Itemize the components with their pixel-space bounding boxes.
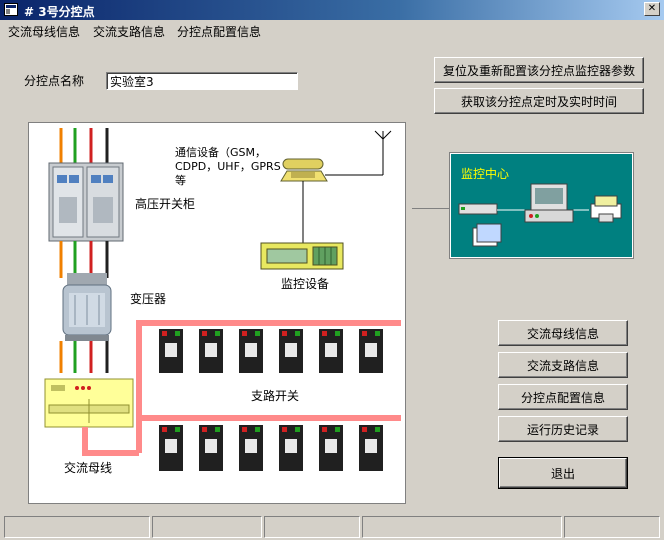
- status-pane-2: [152, 516, 262, 538]
- document-stack-icon: [472, 223, 502, 247]
- hv-cabinet-label: 高压开关柜: [135, 197, 196, 211]
- connector-line: [412, 208, 450, 209]
- telephone-icon: [280, 158, 328, 182]
- point-name-label: 分控点名称: [24, 74, 85, 88]
- point-config-info-button[interactable]: 分控点配置信息: [498, 384, 628, 410]
- transformer-label: 变压器: [130, 292, 167, 306]
- get-time-button[interactable]: 获取该分控点定时及实时时间: [434, 88, 644, 114]
- menu-bar: 交流母线信息 交流支路信息 分控点配置信息: [0, 20, 664, 40]
- history-button[interactable]: 运行历史记录: [498, 416, 628, 442]
- antenna-icon: [325, 130, 392, 176]
- status-bar: [0, 514, 664, 540]
- point-name-input[interactable]: [106, 72, 298, 90]
- close-button[interactable]: ✕: [644, 2, 660, 16]
- status-pane-1: [4, 516, 150, 538]
- status-pane-5: [564, 516, 660, 538]
- status-pane-3: [264, 516, 360, 538]
- branch-switch-label: 支路开关: [251, 389, 300, 403]
- system-diagram: 通信设备（GSM，CDPD，UHF，GPRS等 高压开关柜 变压器 监控设备 支…: [28, 122, 406, 504]
- app-icon: [4, 3, 18, 16]
- monitor-center-graphics: [458, 183, 622, 247]
- menu-point-config-info[interactable]: 分控点配置信息: [177, 23, 261, 40]
- monitor-device-icon: [260, 242, 344, 270]
- monitor-device-label: 监控设备: [281, 277, 330, 291]
- status-pane-4: [362, 516, 562, 538]
- comm-device-label: 通信设备（GSM，CDPD，UHF，GPRS等: [175, 146, 281, 187]
- ac-bus-info-button[interactable]: 交流母线信息: [498, 320, 628, 346]
- ac-bus-label: 交流母线: [64, 461, 113, 475]
- branch-breakers-row-1: [159, 329, 383, 373]
- computer-icon: [524, 183, 574, 223]
- menu-ac-branch-info[interactable]: 交流支路信息: [93, 23, 165, 40]
- server-icon: [458, 203, 498, 215]
- bus-meter-icon: [44, 378, 134, 428]
- fax-icon: [590, 195, 622, 223]
- window-title: # 3号分控点: [24, 5, 95, 19]
- title-bar[interactable]: # 3号分控点 ✕: [0, 0, 664, 20]
- ac-branch-info-button[interactable]: 交流支路信息: [498, 352, 628, 378]
- transformer-icon: [62, 273, 112, 341]
- reset-config-button[interactable]: 复位及重新配置该分控点监控器参数: [434, 57, 644, 83]
- monitor-center-panel: 监控中心: [449, 152, 634, 259]
- hv-cabinet-icon: [48, 162, 124, 242]
- menu-ac-bus-info[interactable]: 交流母线信息: [8, 23, 80, 40]
- branch-breakers-row-2: [159, 425, 383, 471]
- exit-button[interactable]: 退出: [498, 457, 628, 489]
